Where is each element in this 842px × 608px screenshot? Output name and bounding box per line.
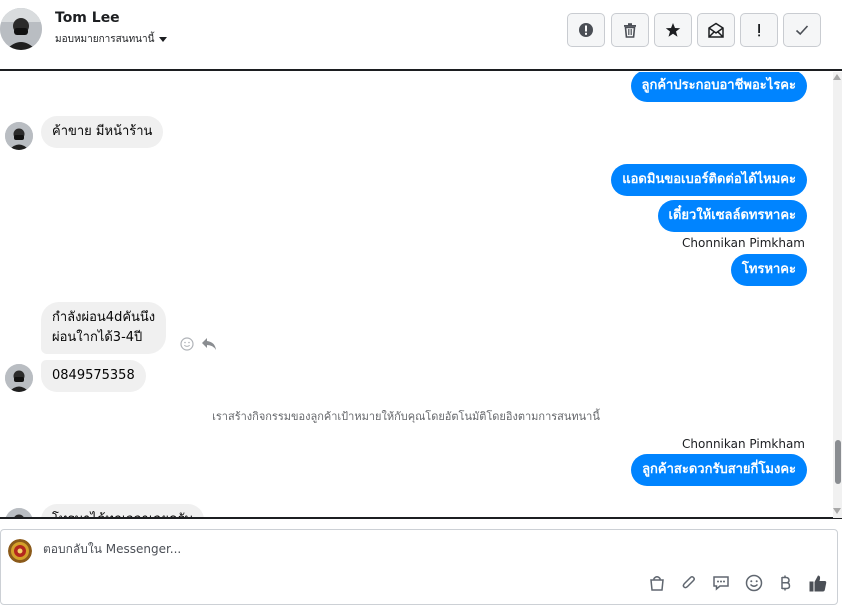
contact-avatar[interactable] — [0, 8, 42, 50]
trash-icon — [624, 23, 636, 38]
reply-composer — [0, 529, 838, 605]
mark-as-spam-button[interactable] — [567, 13, 605, 47]
outgoing-message: แอดมินขอเบอร์ติดต่อได้ไหมคะ — [611, 164, 807, 196]
shop-icon[interactable] — [646, 572, 668, 594]
conversation-header: Tom Lee มอบหมายการสนทนานี้ — [0, 0, 842, 71]
contact-avatar-small — [5, 364, 33, 392]
divider — [0, 517, 842, 519]
outgoing-message: โทรหาคะ — [730, 254, 807, 286]
incoming-message: 0849575358 — [41, 360, 146, 392]
outgoing-message: ลูกค้าสะดวกรับสายกี่โมงคะ — [631, 454, 807, 486]
incoming-message: ค้าขาย มีหน้าร้าน — [41, 116, 164, 148]
assign-conversation-dropdown[interactable]: มอบหมายการสนทนานี้ — [55, 32, 168, 47]
reply-input[interactable] — [43, 542, 543, 556]
scroll-down-arrow-icon[interactable] — [833, 508, 841, 514]
baht-payment-icon[interactable] — [774, 572, 796, 594]
envelope-icon — [708, 22, 724, 38]
contact-name[interactable]: Tom Lee — [55, 10, 120, 26]
mark-unread-button[interactable] — [697, 13, 735, 47]
mark-done-button[interactable] — [783, 13, 821, 47]
react-emoji-icon[interactable] — [180, 336, 194, 355]
like-icon[interactable] — [807, 572, 829, 594]
outgoing-message: เดี๋ยวให้เซลล์ดทรหาคะ — [657, 200, 807, 232]
page-avatar — [8, 539, 32, 563]
outgoing-message: ลูกค้าประกอบอาชีพอะไรคะ — [630, 72, 807, 102]
message-line: ผ่อนใากได้3-4ปี — [52, 330, 143, 345]
checkmark-icon — [795, 25, 809, 36]
contact-avatar-small — [5, 122, 33, 150]
incoming-message: กำลังผ่อน4dคันนึง ผ่อนใากได้3-4ปี — [41, 302, 167, 354]
sender-name: Chonnikan Pimkham — [682, 437, 805, 451]
star-icon — [665, 23, 681, 37]
emoji-icon[interactable] — [743, 572, 765, 594]
incoming-message: โทรมาได้ทุกเวลาเลยครับ — [41, 504, 204, 518]
caret-down-icon — [159, 37, 168, 42]
saved-reply-icon[interactable] — [710, 572, 732, 594]
message-thread[interactable]: ลูกค้าประกอบอาชีพอะไรคะ ค้าขาย มีหน้าร้า… — [0, 72, 842, 518]
delete-button[interactable] — [611, 13, 649, 47]
scroll-up-arrow-icon[interactable] — [833, 74, 841, 80]
message-line: กำลังผ่อน4dคันนึง — [52, 310, 156, 325]
reply-arrow-icon[interactable] — [201, 336, 217, 355]
attachment-icon[interactable] — [678, 572, 700, 594]
assign-label: มอบหมายการสนทนานี้ — [55, 34, 155, 45]
star-button[interactable] — [654, 13, 692, 47]
alert-circle-icon — [579, 23, 593, 37]
scrollbar-thumb[interactable] — [835, 440, 841, 484]
follow-up-button[interactable] — [740, 13, 778, 47]
system-notice: เราสร้างกิจกรรมของลูกค้าเป้าหมายให้กับคุ… — [212, 410, 600, 423]
sender-name: Chonnikan Pimkham — [682, 236, 805, 250]
exclamation-icon — [758, 24, 760, 37]
